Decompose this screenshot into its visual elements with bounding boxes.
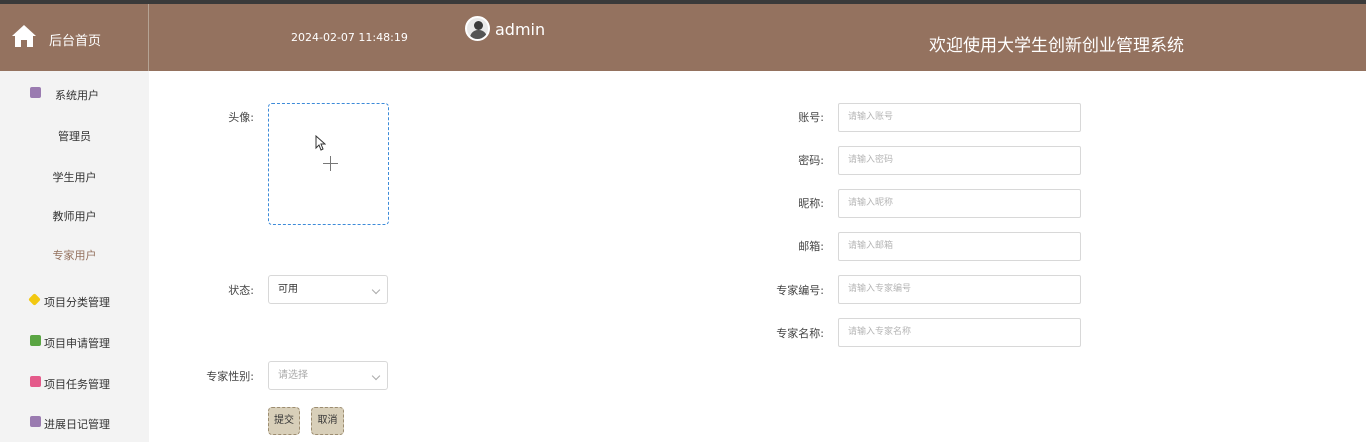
home-icon bbox=[12, 25, 36, 47]
sidebar-item-admin[interactable]: 管理员 bbox=[0, 128, 149, 144]
sidebar-item-label: 项目申请管理 bbox=[44, 337, 110, 350]
username[interactable]: admin bbox=[495, 20, 545, 39]
sidebar-item-label: 项目分类管理 bbox=[44, 296, 110, 309]
sidebar-item-expert-users[interactable]: 专家用户 bbox=[0, 247, 149, 263]
email-label: 邮箱: bbox=[798, 240, 824, 253]
user-avatar[interactable] bbox=[465, 16, 490, 41]
chevron-down-icon bbox=[371, 371, 381, 381]
password-input[interactable]: 请输入密码 bbox=[838, 146, 1081, 175]
password-label: 密码: bbox=[798, 154, 824, 167]
mouse-cursor-icon bbox=[315, 135, 326, 151]
gender-placeholder: 请选择 bbox=[278, 370, 308, 381]
expert-name-input[interactable]: 请输入专家名称 bbox=[838, 318, 1081, 347]
chevron-down-icon bbox=[371, 285, 381, 295]
message-icon bbox=[30, 335, 41, 346]
account-input[interactable]: 请输入账号 bbox=[838, 103, 1081, 132]
avatar-label: 头像: bbox=[228, 111, 254, 124]
current-datetime: 2024-02-07 11:48:19 bbox=[291, 31, 408, 44]
sidebar: 系统用户 管理员 学生用户 教师用户 专家用户 项目分类管理 项目申请管理 项目… bbox=[0, 71, 149, 442]
submit-button[interactable]: 提交 bbox=[268, 407, 300, 435]
user-group-icon bbox=[30, 87, 41, 98]
email-input[interactable]: 请输入邮箱 bbox=[838, 232, 1081, 261]
expert-number-label: 专家编号: bbox=[776, 284, 824, 297]
status-label: 状态: bbox=[228, 284, 254, 297]
expert-number-input[interactable]: 请输入专家编号 bbox=[838, 275, 1081, 304]
account-label: 账号: bbox=[798, 111, 824, 124]
cancel-button[interactable]: 取消 bbox=[311, 407, 344, 435]
expert-name-label: 专家名称: bbox=[776, 327, 824, 340]
sidebar-item-teacher-users[interactable]: 教师用户 bbox=[0, 208, 149, 224]
category-icon bbox=[28, 293, 41, 306]
top-header: 后台首页 2024-02-07 11:48:19 admin 欢迎使用大学生创新… bbox=[0, 0, 1366, 71]
nickname-label: 昵称: bbox=[798, 197, 824, 210]
avatar-upload[interactable] bbox=[268, 103, 389, 225]
home-label: 后台首页 bbox=[49, 34, 102, 49]
nickname-input[interactable]: 请输入昵称 bbox=[838, 189, 1081, 218]
sidebar-item-label: 项目任务管理 bbox=[44, 378, 110, 391]
status-value: 可用 bbox=[278, 284, 298, 295]
task-icon bbox=[30, 376, 41, 387]
status-select[interactable]: 可用 bbox=[268, 275, 388, 304]
gender-label: 专家性别: bbox=[206, 370, 254, 383]
diary-icon bbox=[30, 416, 41, 427]
sidebar-item-student-users[interactable]: 学生用户 bbox=[0, 169, 149, 185]
sidebar-item-label: 进展日记管理 bbox=[44, 418, 110, 431]
gender-select[interactable]: 请选择 bbox=[268, 361, 388, 390]
system-title: 欢迎使用大学生创新创业管理系统 bbox=[929, 36, 1184, 56]
home-link[interactable]: 后台首页 bbox=[0, 4, 149, 71]
sidebar-group-label: 系统用户 bbox=[55, 89, 99, 102]
